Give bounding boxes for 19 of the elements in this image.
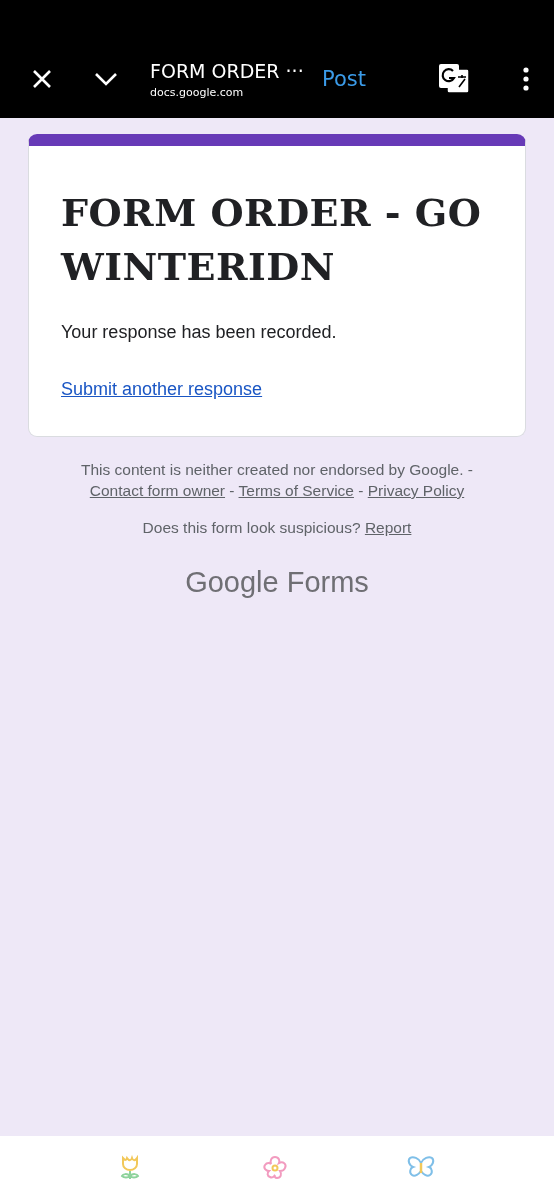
footer-link[interactable]: Terms of Service: [238, 482, 354, 499]
flower-icon: [261, 1154, 289, 1182]
suspicious-text: Does this form look suspicious? Report: [142, 518, 412, 538]
form-title: FORM ORDER - GO WINTERIDN: [61, 189, 483, 291]
forms-logo-text: Forms: [286, 566, 369, 599]
submit-another-link[interactable]: Submit another response: [61, 379, 263, 399]
post-button[interactable]: Post: [322, 67, 366, 91]
page-title: FORM ORDER ···: [150, 59, 305, 82]
disclaimer-text: This content is neither created nor endorsed by Google. - Contact form owner - Terms of Service - Privacy Policy: [81, 460, 473, 501]
report-link[interactable]: Report: [364, 519, 412, 536]
footer-link[interactable]: Privacy Policy: [367, 482, 465, 499]
translate-icon: [438, 63, 470, 95]
google-logo-text: Google: [185, 566, 279, 599]
chevron-down-icon: [94, 72, 118, 86]
more-icon: [522, 67, 530, 91]
footer-link[interactable]: Contact form owner: [89, 482, 226, 499]
page-url: docs.google.com: [150, 85, 245, 99]
confirmation-message: Your response has been recorded.: [61, 322, 338, 343]
close-icon: [32, 69, 52, 89]
